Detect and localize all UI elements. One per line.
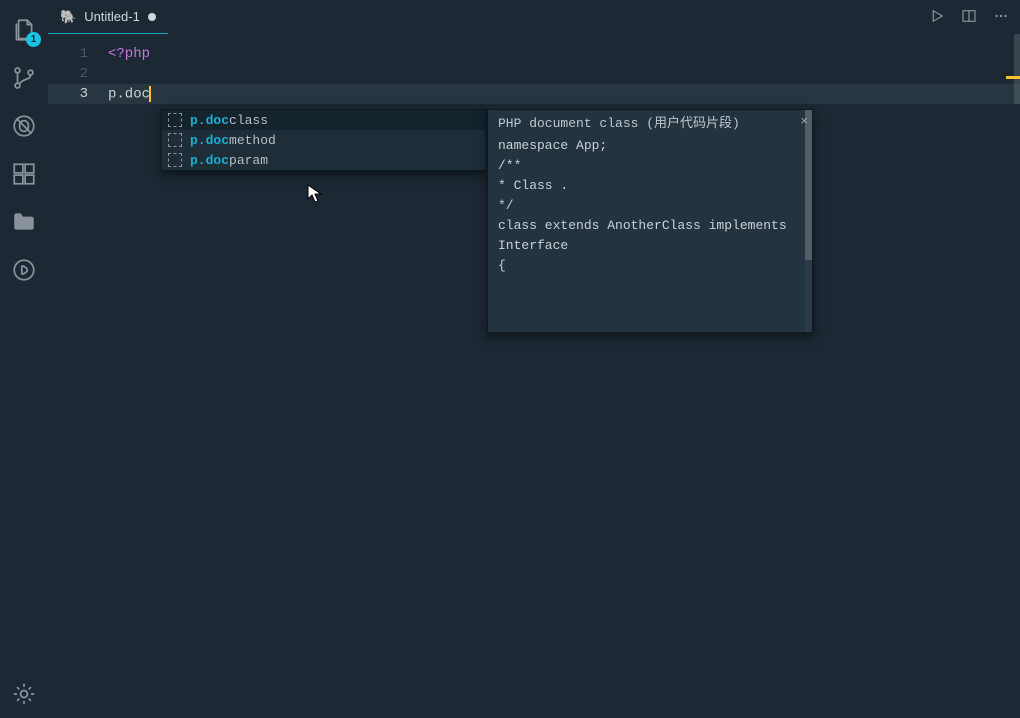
activity-explorer[interactable]: 1 [0, 6, 48, 54]
code-content: 1 <?php 2 3 p.doc [48, 34, 1020, 104]
token-php-open: <?php [108, 46, 150, 62]
line-number: 3 [48, 86, 108, 102]
editor-actions [928, 0, 1020, 34]
suggest-match: p.doc [190, 113, 229, 128]
suggest-match: p.doc [190, 153, 229, 168]
suggest-item[interactable]: p.docparam [162, 150, 486, 170]
doc-line: * Class . [498, 176, 802, 196]
suggest-widget[interactable]: p.docclass p.docmethod p.docparam [161, 109, 487, 171]
extensions-icon [11, 161, 37, 187]
tab-row: 🐘 Untitled-1 [48, 0, 1020, 34]
code-line[interactable]: 2 [48, 64, 1020, 84]
run-button[interactable] [928, 7, 946, 28]
activity-folder[interactable] [0, 198, 48, 246]
explorer-badge: 1 [26, 32, 41, 47]
play-icon [928, 7, 946, 25]
suggest-item[interactable]: p.docclass [162, 110, 486, 130]
line-number: 2 [48, 66, 108, 82]
suggest-rest: class [229, 113, 268, 128]
split-icon [960, 7, 978, 25]
doc-title: PHP document class (用户代码片段) [498, 114, 802, 134]
overview-ruler-mark [1006, 76, 1020, 79]
doc-line: class extends AnotherClass implements [498, 216, 802, 236]
line-number: 1 [48, 46, 108, 62]
suggest-documentation: × PHP document class (用户代码片段) namespace … [487, 109, 813, 333]
doc-line: { [498, 256, 802, 276]
doc-scroll-thumb[interactable] [805, 110, 812, 260]
doc-line: /** [498, 156, 802, 176]
editor-tab-active[interactable]: 🐘 Untitled-1 [48, 0, 168, 34]
activity-debug[interactable] [0, 102, 48, 150]
suggest-item[interactable]: p.docmethod [162, 130, 486, 150]
doc-line: Interface [498, 236, 802, 256]
suggest-rest: param [229, 153, 268, 168]
text-caret [149, 86, 151, 102]
branch-icon [11, 65, 37, 91]
activity-extensions[interactable] [0, 150, 48, 198]
activity-circle[interactable] [0, 246, 48, 294]
gear-icon [11, 681, 37, 707]
activity-settings[interactable] [0, 670, 48, 718]
doc-scrollbar[interactable] [805, 110, 812, 332]
snippet-icon [168, 113, 182, 127]
activity-source-control[interactable] [0, 54, 48, 102]
doc-line: namespace App; [498, 136, 802, 156]
snippet-icon [168, 153, 182, 167]
split-editor-button[interactable] [960, 7, 978, 28]
tab-dirty-indicator [148, 13, 156, 21]
doc-body: namespace App; /** * Class . */ class ex… [498, 136, 802, 276]
code-line-current[interactable]: 3 p.doc [48, 84, 1020, 104]
php-file-icon: 🐘 [60, 9, 76, 25]
circle-play-icon [11, 257, 37, 283]
suggest-match: p.doc [190, 133, 229, 148]
folder-icon [11, 209, 37, 235]
code-line[interactable]: 1 <?php [48, 44, 1020, 64]
suggest-rest: method [229, 133, 276, 148]
tab-title: Untitled-1 [84, 9, 140, 24]
bug-slash-icon [11, 113, 37, 139]
activity-bar: 1 [0, 0, 48, 718]
snippet-icon [168, 133, 182, 147]
typed-text: p.doc [108, 86, 150, 102]
scrollbar-overview[interactable] [1014, 34, 1020, 104]
doc-line: */ [498, 196, 802, 216]
more-actions-button[interactable] [992, 7, 1010, 28]
ellipsis-icon [992, 7, 1010, 25]
